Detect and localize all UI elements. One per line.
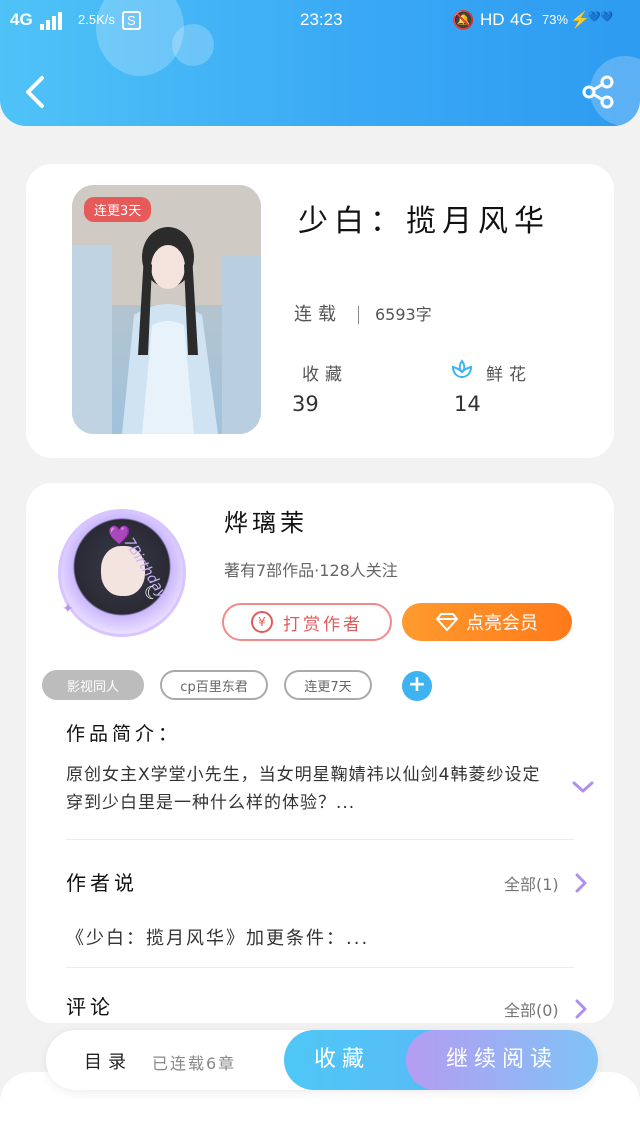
diamond-icon	[436, 613, 458, 631]
status-bar: 4G 2.5K/s S 23:23 🔕 HD 4G 73% ⚡ 💙💙	[0, 0, 640, 42]
tag-chip[interactable]: cp百里东君	[160, 670, 268, 700]
header-bar: 4G 2.5K/s S 23:23 🔕 HD 4G 73% ⚡ 💙💙	[0, 0, 640, 126]
cover-update-tag: 连更3天	[84, 197, 152, 222]
comments-all-link[interactable]: 全部(0)	[504, 997, 559, 1021]
tip-author-button[interactable]: ¥ 打赏作者	[222, 603, 392, 641]
mute-bell-icon: 🔕	[452, 10, 475, 30]
battery-hearts-icon: 💙💙	[588, 12, 613, 23]
expand-chevron-icon[interactable]	[572, 779, 594, 795]
intro-heading: 作品简介：	[66, 723, 182, 745]
network-indicator: 4G	[10, 10, 33, 29]
book-info-card: 连更3天 少白：揽月风华 连载 6593字 收藏 39 鲜花 14	[26, 164, 614, 458]
battery-percent: 73%	[542, 12, 569, 27]
network-speed: 2.5K/s	[78, 12, 115, 27]
clock: 23:23	[300, 10, 343, 29]
charging-bolt-icon: ⚡	[570, 12, 590, 29]
flower-icon	[451, 359, 473, 379]
hd-indicator: HD	[480, 10, 505, 29]
tag-chip[interactable]: 影视同人	[42, 670, 144, 700]
bottom-action-bar: 目录 已连载6章 收藏 继续阅读	[46, 1030, 598, 1090]
cover-illustration	[72, 185, 261, 434]
avatar-moon-icon: ☾	[144, 583, 161, 604]
author-said-text[interactable]: 《少白：揽月风华》加更条件：...	[66, 924, 369, 950]
intro-text: 原创女主X学堂小先生，当女明星鞠婧祎以仙剑4韩菱纱设定穿到少白里是一种什么样的体…	[66, 765, 541, 813]
vip-membership-button[interactable]: 点亮会员	[402, 603, 572, 641]
flowers-value: 14	[454, 392, 481, 416]
section-divider	[66, 839, 574, 840]
tip-author-label: 打赏作者	[283, 614, 363, 635]
signal-icon	[40, 12, 66, 30]
meta-divider	[358, 306, 359, 324]
vip-membership-label: 点亮会员	[466, 613, 538, 634]
comments-heading: 评论	[66, 995, 114, 1019]
chevron-right-icon[interactable]	[574, 998, 588, 1020]
flowers-label: 鲜花	[486, 365, 532, 385]
section-divider	[66, 967, 574, 968]
author-meta: 著有7部作品·128人关注	[224, 561, 398, 580]
author-said-heading: 作者说	[66, 871, 138, 895]
book-cover-image[interactable]: 连更3天	[72, 185, 261, 434]
chevron-right-icon[interactable]	[574, 872, 588, 894]
book-status: 连载	[294, 304, 342, 325]
continue-reading-button[interactable]: 继续阅读	[406, 1030, 598, 1090]
book-title: 少白：揽月风华	[298, 204, 550, 239]
favorites-value: 39	[292, 392, 319, 416]
author-details-card: 💜 7Birthday ✦ ☾ 烨璃茉 著有7部作品·128人关注 ¥ 打赏作者…	[26, 483, 614, 1023]
share-icon[interactable]	[580, 74, 616, 110]
book-word-count: 6593字	[375, 305, 432, 324]
coin-icon: ¥	[251, 611, 273, 633]
author-said-all-link[interactable]: 全部(1)	[504, 871, 559, 895]
favorites-label: 收藏	[302, 365, 348, 385]
avatar-star-icon: ✦	[62, 601, 74, 617]
tag-chip[interactable]: 连更7天	[284, 670, 372, 700]
book-meta-row: 连载 6593字	[294, 300, 432, 326]
add-tag-button[interactable]: +	[402, 671, 432, 701]
s-badge-icon: S	[122, 11, 141, 30]
chapter-count: 已连载6章	[152, 1054, 237, 1073]
author-name[interactable]: 烨璃茉	[224, 503, 308, 538]
table-of-contents-button[interactable]: 目录	[84, 1048, 132, 1074]
network-indicator-right: 4G	[510, 10, 533, 29]
back-arrow-icon[interactable]	[20, 72, 50, 112]
